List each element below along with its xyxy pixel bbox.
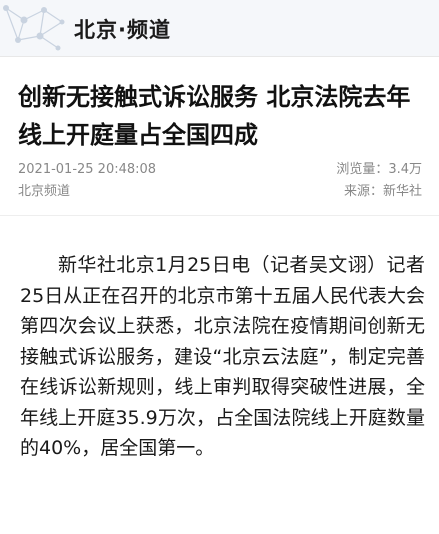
divider — [0, 215, 439, 216]
article-meta-row: 2021-01-25 20:48:08 浏览量：3.4万 — [18, 160, 422, 180]
view-count: 浏览量：3.4万 — [336, 162, 422, 177]
network-dots-icon — [3, 5, 65, 51]
publish-datetime: 2021-01-25 20:48:08 — [18, 162, 157, 177]
channel-header: 北京·频道 — [0, 0, 439, 57]
article-source: 来源：新华社 — [343, 184, 422, 199]
article-body: 新华社北京1月25日电（记者吴文诩）记者25日从正在召开的北京市第十五届人民代表… — [20, 254, 425, 459]
channel-title[interactable]: 北京·频道 — [74, 14, 171, 44]
article-source-row: 北京频道 来源：新华社 — [18, 182, 422, 202]
article-headline: 创新无接触式诉讼服务 北京法院去年线上开庭量占全国四成 — [18, 83, 411, 149]
channel-link[interactable]: 北京频道 — [18, 182, 70, 202]
